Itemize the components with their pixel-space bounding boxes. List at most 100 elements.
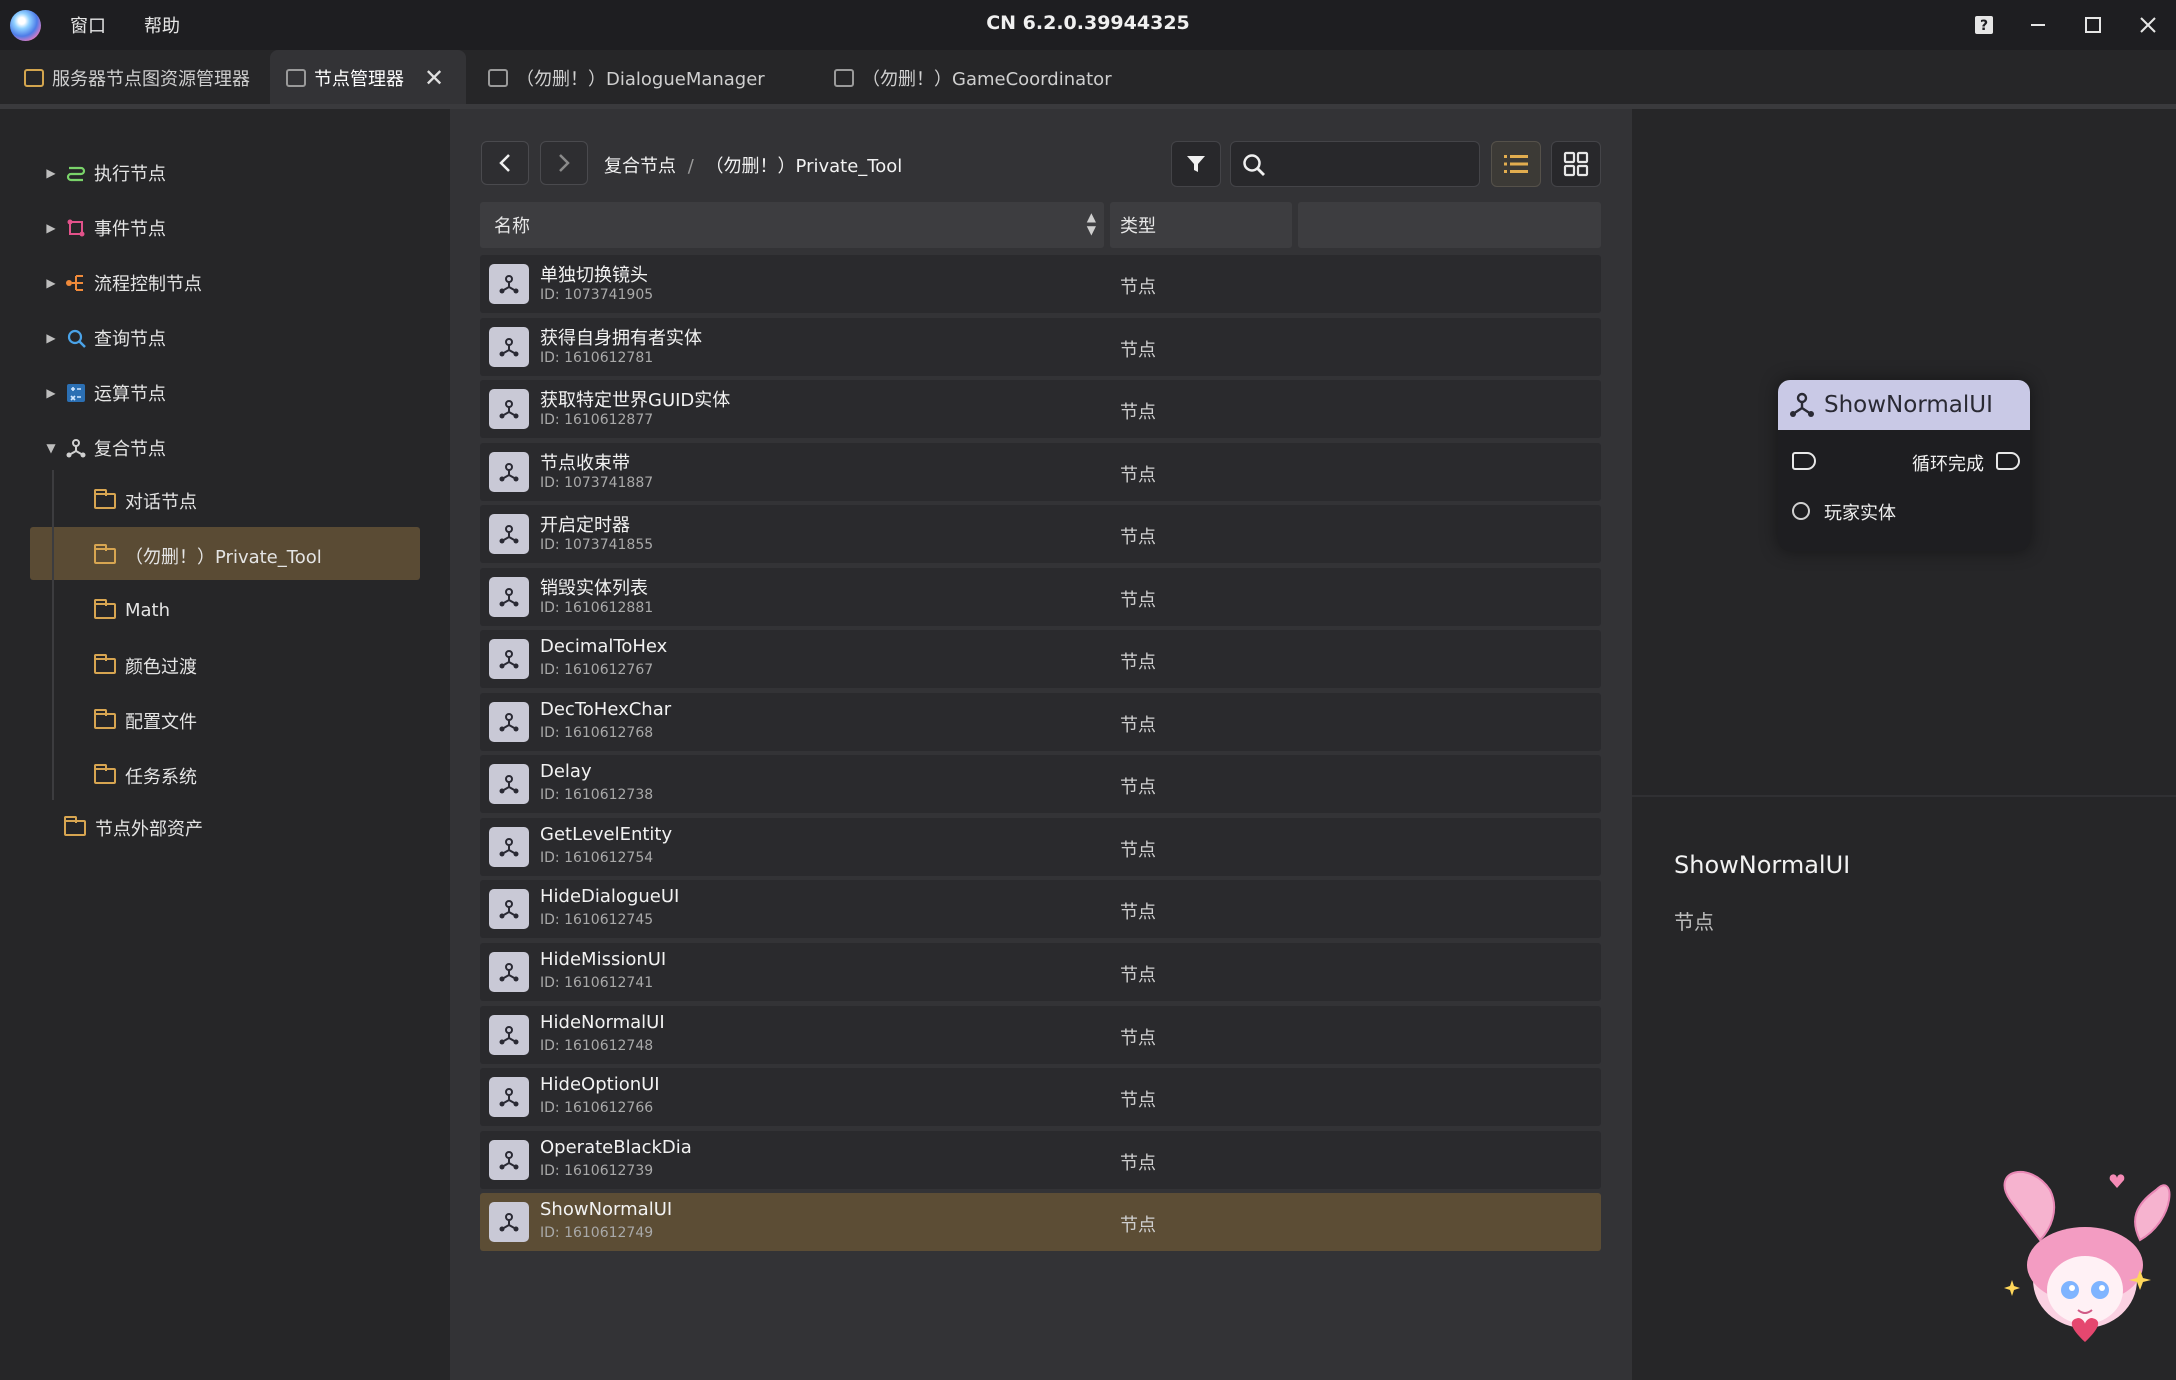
row-node-name: DecimalToHex [540, 636, 668, 658]
grid-view-button[interactable] [1551, 141, 1601, 187]
caret-right-icon[interactable]: ▶ [44, 221, 58, 235]
row-node-id: ID: 1610612749 [540, 1225, 654, 1242]
table-row[interactable]: OperateBlackDia ID: 1610612739 节点 [480, 1130, 1601, 1189]
tab-node-manager[interactable]: 节点管理器 ✕ [270, 50, 466, 106]
table-row[interactable]: 节点收束带 ID: 1073741887 节点 [480, 442, 1601, 501]
caret-right-icon[interactable]: ▶ [44, 386, 58, 400]
table-row[interactable]: HideDialogueUI ID: 1610612745 节点 [480, 880, 1601, 939]
row-node-id: ID: 1610612781 [540, 349, 654, 366]
table-row[interactable]: 开启定时器 ID: 1073741855 节点 [480, 505, 1601, 564]
back-button[interactable] [481, 141, 529, 185]
table-row[interactable]: DecimalToHex ID: 1610612767 节点 [480, 630, 1601, 689]
node-preview-card[interactable]: ShowNormalUI 循环完成 玩家实体 [1778, 380, 2030, 551]
tab-game-coordinator[interactable]: （勿删！）GameCoordinator [830, 50, 1150, 106]
caret-right-icon[interactable]: ▶ [44, 276, 58, 290]
table-row[interactable]: HideOptionUI ID: 1610612766 节点 [480, 1068, 1601, 1127]
tree-item-label: Math [125, 600, 171, 621]
svg-text:?: ? [1980, 18, 1988, 34]
row-node-id: ID: 1610612738 [540, 787, 654, 804]
mascot-sticker [2003, 1171, 2171, 1342]
row-node-id: ID: 1610612745 [540, 912, 654, 929]
tree-item-label: 配置文件 [125, 711, 197, 733]
tree-item-flow-control[interactable]: ▶ 流程控制节点 [44, 255, 444, 310]
tree-item-composite[interactable]: ▼ 复合节点 [44, 420, 444, 475]
breadcrumb-current[interactable]: （勿删！）Private_Tool [706, 156, 903, 177]
composite-node-icon [489, 1014, 529, 1055]
tab-label: （勿删！）GameCoordinator [862, 69, 1112, 90]
tree-folder-color-transition[interactable]: 颜色过渡 [94, 638, 424, 693]
tree-item-label: 查询节点 [94, 328, 166, 350]
row-node-type: 节点 [1120, 464, 1156, 486]
detail-node-name: ShowNormalUI [1674, 851, 1851, 879]
row-node-type: 节点 [1120, 527, 1156, 549]
minimize-icon[interactable] [2018, 8, 2058, 42]
folder-icon [94, 763, 116, 784]
node-table: 单独切换镜头 ID: 1073741905 节点 获得自身拥有者实体 ID: 16106… [480, 255, 1601, 1256]
tab-dialogue-manager[interactable]: （勿删！）DialogueManager [484, 50, 784, 106]
title-bar: 窗口 帮助 CN 6.2.0.39944325 ? [0, 0, 2176, 50]
list-view-button[interactable] [1491, 141, 1541, 187]
graph-icon [834, 69, 854, 87]
exec-out-pin[interactable] [1996, 452, 2020, 470]
tree-item-event[interactable]: ▶ 事件节点 [44, 200, 444, 255]
row-node-name: GetLevelEntity [540, 823, 673, 845]
forward-button[interactable] [540, 141, 588, 185]
row-node-name: HideDialogueUI [540, 886, 680, 908]
composite-node-icon [489, 1139, 529, 1180]
row-node-id: ID: 1610612741 [540, 975, 654, 992]
table-row[interactable]: Delay ID: 1610612738 节点 [480, 755, 1601, 814]
search-input[interactable] [1275, 150, 1471, 178]
folder-icon [94, 653, 116, 674]
close-window-icon[interactable] [2128, 8, 2168, 42]
tree-item-calc[interactable]: ▶ 运算节点 [44, 365, 444, 420]
tab-close-icon[interactable]: ✕ [424, 64, 444, 92]
data-in-pin[interactable] [1792, 502, 1810, 520]
sort-icon[interactable]: ▲ ▼ [1087, 211, 1096, 237]
column-header-name[interactable]: 名称 ▲ ▼ [480, 202, 1104, 248]
table-row[interactable]: HideNormalUI ID: 1610612748 节点 [480, 1005, 1601, 1064]
table-row[interactable]: 单独切换镜头 ID: 1073741905 节点 [480, 255, 1601, 313]
folder-icon [64, 816, 86, 836]
table-row[interactable]: HideMissionUI ID: 1610612741 节点 [480, 943, 1601, 1002]
table-row[interactable]: 获得自身拥有者实体 ID: 1610612781 节点 [480, 317, 1601, 376]
tree-item-query[interactable]: ▶ 查询节点 [44, 310, 444, 365]
tree-folder-mission[interactable]: 任务系统 [94, 748, 424, 803]
tab-bar: 服务器节点图资源管理器 节点管理器 ✕ （勿删！）DialogueManager… [0, 50, 2176, 107]
caret-down-icon[interactable]: ▼ [44, 441, 58, 455]
tab-resource-manager[interactable]: 服务器节点图资源管理器 [14, 50, 264, 106]
table-row[interactable]: DecToHexChar ID: 1610612768 节点 [480, 692, 1601, 751]
column-header-empty [1298, 202, 1601, 248]
row-node-name: 开启定时器 [540, 515, 630, 537]
row-node-name: HideOptionUI [540, 1074, 660, 1096]
row-node-type: 节点 [1120, 1215, 1156, 1237]
row-node-type: 节点 [1120, 589, 1156, 611]
tree-folder-private-tool[interactable]: （勿删！）Private_Tool [94, 528, 424, 583]
row-node-type: 节点 [1120, 277, 1156, 298]
row-node-id: ID: 1610612767 [540, 662, 654, 679]
column-header-type[interactable]: 类型 [1110, 202, 1292, 248]
tree-folder-dialogue[interactable]: 对话节点 [94, 473, 424, 528]
graph-icon [488, 69, 508, 87]
tree-folder-math[interactable]: Math [94, 583, 424, 638]
search-icon [1243, 154, 1265, 176]
breadcrumb-item[interactable]: 复合节点 [604, 156, 676, 177]
folder-icon [94, 543, 116, 564]
tree-folder-external-assets[interactable]: 节点外部资产 [64, 804, 203, 852]
tree-item-exec[interactable]: ▶ 执行节点 [44, 145, 444, 200]
filter-button[interactable] [1171, 141, 1221, 187]
table-row[interactable]: 销毁实体列表 ID: 1610612881 节点 [480, 567, 1601, 626]
maximize-icon[interactable] [2073, 8, 2113, 42]
exec-in-pin[interactable] [1792, 452, 1816, 470]
caret-right-icon[interactable]: ▶ [44, 166, 58, 180]
help-icon[interactable]: ? [1964, 8, 2004, 42]
composite-node-icon [489, 639, 529, 680]
table-row[interactable]: 获取特定世界GUID实体 ID: 1610612877 节点 [480, 380, 1601, 439]
table-row[interactable]: ShowNormalUI ID: 1610612749 节点 [480, 1193, 1601, 1252]
tree-indent-guide [52, 470, 54, 800]
table-row[interactable]: GetLevelEntity ID: 1610612754 节点 [480, 817, 1601, 876]
caret-right-icon[interactable]: ▶ [44, 331, 58, 345]
tree-item-label: 执行节点 [94, 163, 166, 185]
tree-folder-config[interactable]: 配置文件 [94, 693, 424, 748]
search-box[interactable] [1230, 141, 1480, 187]
node-manager-icon [286, 69, 306, 87]
